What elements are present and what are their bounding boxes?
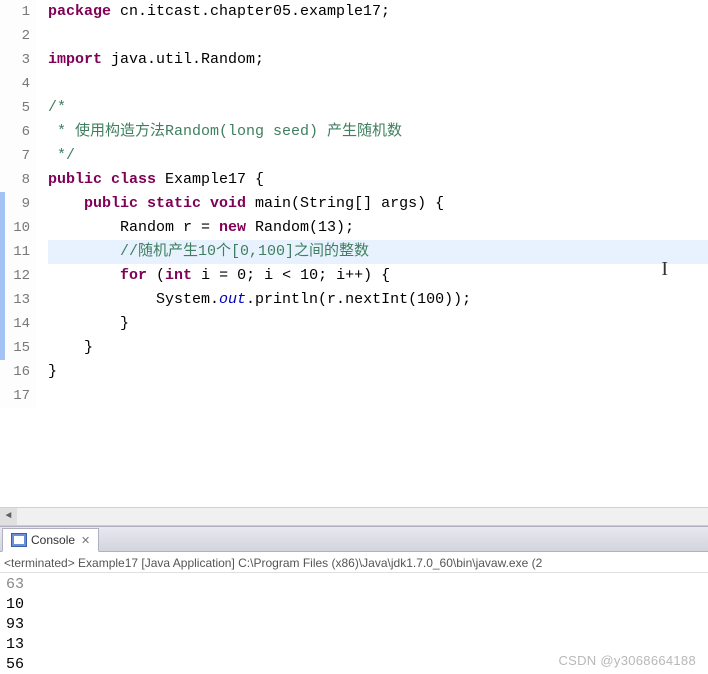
change-marker [0,192,5,360]
console-panel: Console ✕ <terminated> Example17 [Java A… [0,526,708,674]
line-number: 14 [0,312,36,336]
code-line-current[interactable]: //随机产生10个[0,100]之间的整数 [48,240,708,264]
line-number: 1 [0,0,36,24]
text-cursor-icon: I [661,258,668,281]
console-line: 63 [6,575,702,595]
code-line[interactable]: /* [48,96,708,120]
console-line: 13 [6,635,702,655]
code-line[interactable]: } [48,360,708,384]
code-line[interactable]: Random r = new Random(13); [48,216,708,240]
line-number: 6 [0,120,36,144]
line-number: 8 [0,168,36,192]
console-line: 10 [6,595,702,615]
line-number: 5 [0,96,36,120]
line-number: 4 [0,72,36,96]
code-line[interactable] [48,384,708,408]
code-line[interactable]: System.out.println(r.nextInt(100)); [48,288,708,312]
horizontal-scrollbar[interactable]: ◄ [0,507,708,525]
code-line[interactable]: */ [48,144,708,168]
code-line[interactable]: * 使用构造方法Random(long seed) 产生随机数 [48,120,708,144]
line-number: 16 [0,360,36,384]
code-line[interactable]: package cn.itcast.chapter05.example17; [48,0,708,24]
line-number: 12 [0,264,36,288]
console-icon [11,533,27,547]
code-line[interactable]: public class Example17 { [48,168,708,192]
code-line[interactable] [48,72,708,96]
tab-console[interactable]: Console ✕ [2,528,99,552]
code-line[interactable]: for (int i = 0; i < 10; i++) { [48,264,708,288]
line-number: 9 [0,192,36,216]
scroll-left-icon[interactable]: ◄ [0,508,17,525]
code-area[interactable]: package cn.itcast.chapter05.example17; i… [48,0,708,408]
code-line[interactable] [48,24,708,48]
code-line[interactable]: public static void main(String[] args) { [48,192,708,216]
line-number: 17 [0,384,36,408]
line-number: 13 [0,288,36,312]
line-number: 15 [0,336,36,360]
tab-label: Console [31,533,75,547]
line-number: 11 [0,240,36,264]
line-number: 2 [0,24,36,48]
line-number: 10 [0,216,36,240]
console-tabbar: Console ✕ [0,526,708,552]
console-status: <terminated> Example17 [Java Application… [0,552,708,573]
code-line[interactable]: } [48,312,708,336]
code-editor[interactable]: 1 2 3 4 5 6 7 8 9 10 11 12 13 14 15 16 1… [0,0,708,526]
code-line[interactable]: } [48,336,708,360]
line-gutter: 1 2 3 4 5 6 7 8 9 10 11 12 13 14 15 16 1… [0,0,36,408]
line-number: 7 [0,144,36,168]
line-number: 3 [0,48,36,72]
console-line: 93 [6,615,702,635]
code-line[interactable]: import java.util.Random; [48,48,708,72]
watermark: CSDN @y3068664188 [558,653,696,668]
close-icon[interactable]: ✕ [81,534,90,547]
